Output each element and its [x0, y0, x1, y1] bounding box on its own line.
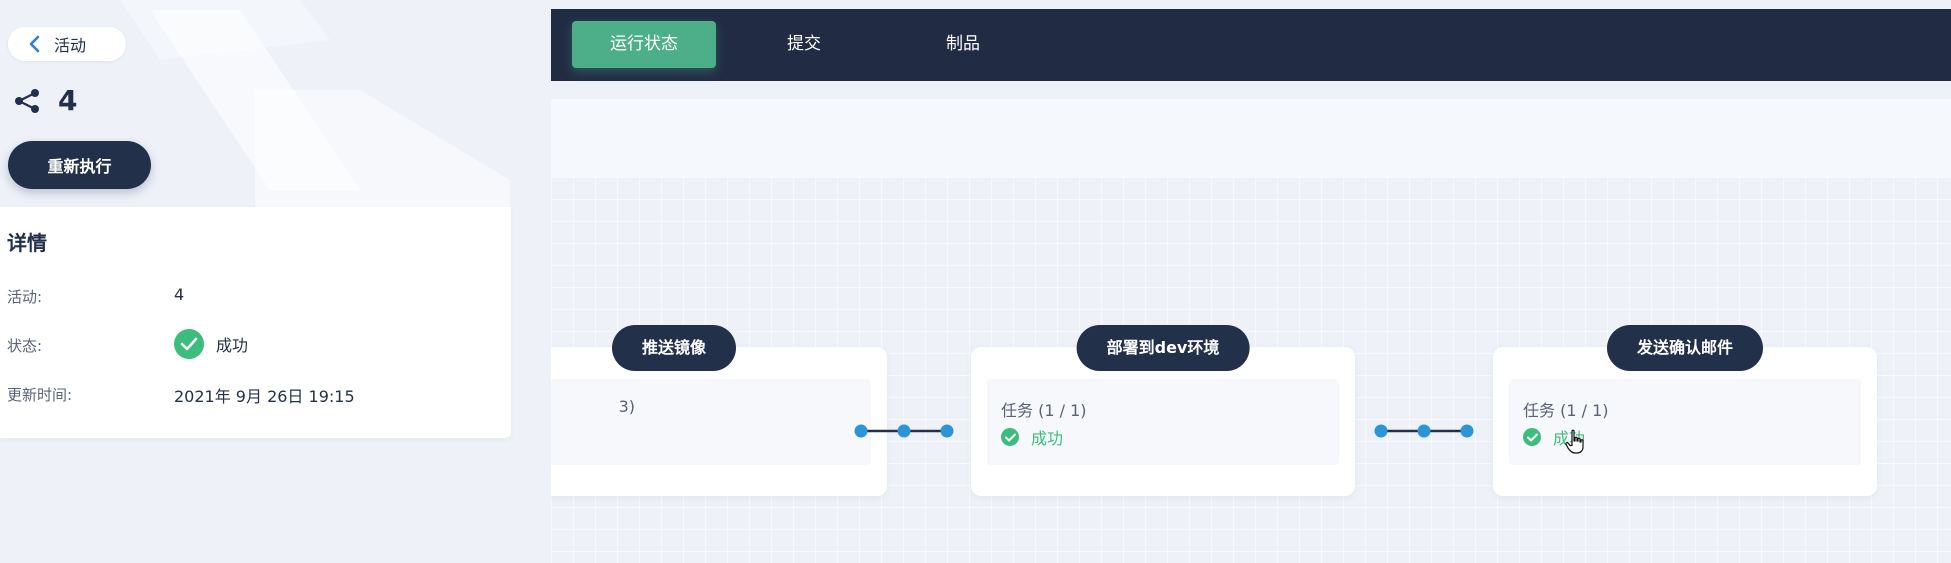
detail-label-status: 状态: — [7, 337, 43, 355]
status-text: 成功 — [216, 336, 249, 355]
toolbar-strip — [551, 99, 1951, 177]
stage-card-deploy-dev[interactable]: 任务 (1 / 1) 成功 部署到dev环境 — [971, 325, 1355, 496]
tab-bar: 运行状态 提交 制品 — [551, 9, 1951, 81]
pipeline-panel: 运行状态 提交 制品 3) 推送镜像 任务 (1 / 1) 成功 部署到dev环… — [551, 9, 1951, 563]
stage-card-send-email[interactable]: 任务 (1 / 1) 成功 发送确认邮件 — [1493, 325, 1877, 496]
details-card: 详情 活动: 4 状态: 成功 更新时间: 2021年 9月 26日 19:15 — [0, 207, 511, 438]
back-to-activity-button[interactable]: 活动 — [8, 27, 126, 61]
stage-task-box[interactable]: 任务 (1 / 1) 成功 — [987, 379, 1339, 465]
detail-label-activity: 活动: — [7, 288, 43, 306]
task-count: 任务 (1 / 1) — [1523, 401, 1609, 420]
check-circle-icon — [1523, 428, 1541, 446]
check-circle-icon — [174, 329, 204, 359]
details-title: 详情 — [7, 231, 47, 255]
run-id: 4 — [14, 84, 77, 117]
hand-pointer-icon — [1565, 429, 1584, 454]
pipeline-canvas[interactable]: 3) 推送镜像 任务 (1 / 1) 成功 部署到dev环境 任务 (1 / 1… — [551, 177, 1951, 563]
task-status: 成功 — [1001, 425, 1063, 449]
task-status-text: 成功 — [1031, 429, 1064, 448]
stage-task-box[interactable]: 3) — [551, 379, 871, 465]
check-circle-icon — [1001, 428, 1019, 446]
chevron-left-icon — [29, 35, 40, 53]
stage-card-push-image[interactable]: 3) 推送镜像 — [551, 325, 887, 496]
stage-title: 推送镜像 — [611, 325, 737, 371]
tab-commits[interactable]: 提交 — [754, 21, 854, 68]
stage-connector — [1374, 424, 1474, 438]
detail-value-updated: 2021年 9月 26日 19:15 — [174, 387, 355, 406]
stage-title: 部署到dev环境 — [1076, 325, 1250, 371]
stage-title: 发送确认邮件 — [1606, 325, 1764, 371]
detail-label-updated: 更新时间: — [7, 386, 73, 404]
run-header: 活动 4 重新执行 — [0, 0, 510, 207]
tab-run-status[interactable]: 运行状态 — [572, 21, 716, 68]
rerun-button[interactable]: 重新执行 — [8, 141, 151, 189]
back-label: 活动 — [54, 36, 87, 55]
detail-value-activity: 4 — [174, 285, 185, 304]
task-count: 任务 (1 / 1) — [1001, 401, 1087, 420]
task-count: 3) — [618, 397, 635, 416]
run-number: 4 — [58, 84, 78, 117]
detail-value-status: 成功 — [174, 329, 248, 359]
tab-artifacts[interactable]: 制品 — [913, 21, 1013, 68]
stage-task-box[interactable]: 任务 (1 / 1) 成功 — [1509, 379, 1861, 465]
stage-connector — [854, 424, 954, 438]
share-nodes-icon — [15, 88, 39, 113]
